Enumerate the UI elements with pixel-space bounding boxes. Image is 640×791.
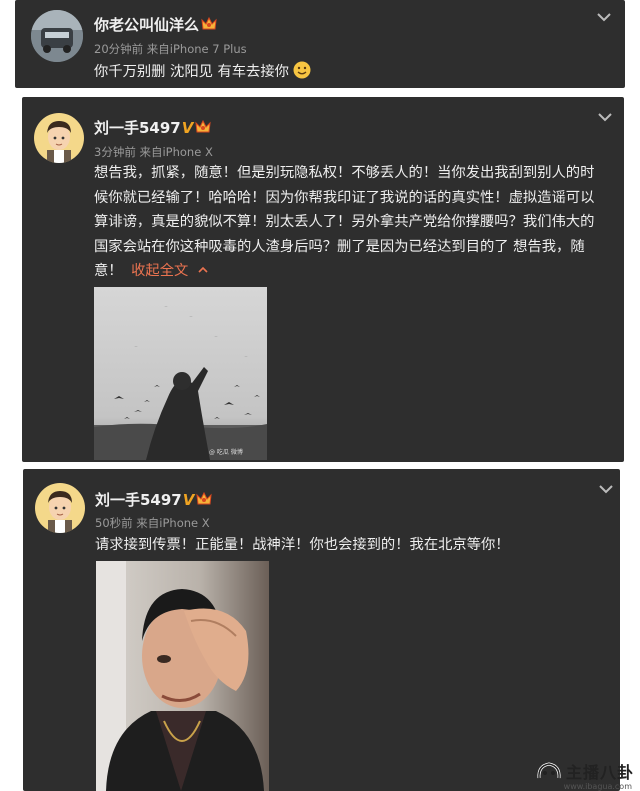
comment-card: 刘一手5497V 3分钟前 来自iPhone X 想告我，抓紧，随意！但是别玩隐… xyxy=(22,97,624,462)
post-image[interactable] xyxy=(96,561,269,791)
user-avatar[interactable] xyxy=(35,483,85,533)
comment-card: 你老公叫仙洋么 20分钟前 来自iPhone 7 Plus 你千万别删 沈阳见 … xyxy=(15,0,625,88)
username[interactable]: 你老公叫仙洋么 xyxy=(94,16,199,34)
logo-icon xyxy=(537,762,561,779)
crown-icon xyxy=(201,16,217,30)
comment-line: 想告我，抓紧，随意！但是别玩隐私权！不够丢人的！当你发出我刮到别人的时 xyxy=(94,165,595,181)
username[interactable]: 刘一手5497 xyxy=(95,491,182,509)
chevron-down-icon[interactable] xyxy=(597,111,613,123)
verified-badge: V xyxy=(181,119,194,137)
post-meta: 20分钟前 来自iPhone 7 Plus xyxy=(94,42,247,56)
site-watermark: 主播八卦 www.ibagua.com xyxy=(536,759,634,791)
comment-body: 想告我，抓紧，随意！但是别玩隐私权！不够丢人的！当你发出我刮到别人的时 候你就已… xyxy=(94,161,614,284)
comment-card: 刘一手5497V 50秒前 来自iPhone X 请求接到传票！正能量！战神洋！… xyxy=(23,469,620,791)
comment-line: 意！ xyxy=(94,263,123,279)
crown-icon xyxy=(196,491,213,505)
chevron-down-icon[interactable] xyxy=(598,483,614,495)
user-avatar[interactable] xyxy=(31,10,83,62)
user-avatar[interactable] xyxy=(34,113,84,163)
username[interactable]: 刘一手5497 xyxy=(94,119,181,137)
comment-line: 算诽谤，真是的貌似不算！别太丢人了！另外拿共产党给你撑腰吗？我们伟大的 xyxy=(94,214,595,230)
crown-icon xyxy=(195,119,212,133)
chevron-down-icon[interactable] xyxy=(596,11,612,23)
chevron-up-icon[interactable] xyxy=(197,265,209,275)
comment-line: 候你就已经输了！哈哈哈！因为你帮我印证了我说的话的真实性！虚拟造谣可以 xyxy=(94,189,595,206)
smile-emoji-icon xyxy=(293,61,311,79)
watermark-title: 主播八卦 xyxy=(565,763,634,782)
post-meta: 3分钟前 来自iPhone X xyxy=(94,145,213,159)
comment-line: 国家会站在你这种吸毒的人渣身后吗？删了是因为已经达到目的了 想告我，随 xyxy=(94,238,585,255)
post-meta: 50秒前 来自iPhone X xyxy=(95,516,210,530)
collapse-text-link[interactable]: 收起全文 xyxy=(131,263,188,279)
post-image[interactable]: @ 吃瓜 微博 xyxy=(94,287,267,460)
image-caption: @ 吃瓜 微博 xyxy=(209,449,243,456)
comment-text: 请求接到传票！正能量！战神洋！你也会接到的！我在北京等你！ xyxy=(95,537,510,553)
comment-text: 你千万别删 沈阳见 有车去接你 xyxy=(94,64,289,80)
watermark-url: www.ibagua.com xyxy=(563,782,632,791)
verified-badge: V xyxy=(182,491,195,509)
